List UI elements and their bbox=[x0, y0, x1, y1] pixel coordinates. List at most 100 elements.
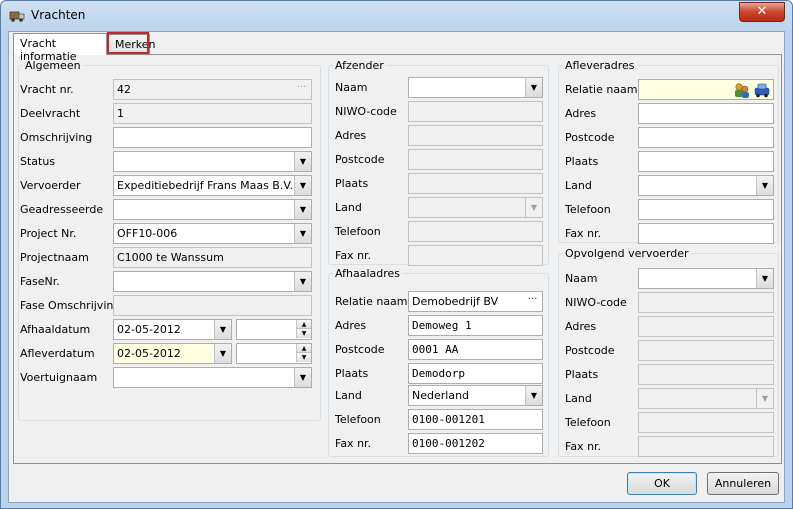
vrachten-window: Vrachten ✕ Vracht informatie Merken Alge… bbox=[0, 0, 793, 509]
afhaal-telefoon-label: Telefoon bbox=[335, 413, 381, 426]
chevron-down-icon[interactable]: ▼ bbox=[756, 389, 773, 408]
afhaal-plaats-input[interactable]: Demodorp bbox=[408, 363, 543, 384]
afzender-telefoon-label: Telefoon bbox=[335, 225, 381, 238]
afzender-land-label: Land bbox=[335, 201, 362, 214]
chevron-down-icon[interactable]: ▼ bbox=[294, 152, 311, 171]
afhaal-relatie-field[interactable]: Demobedrijf BV ··· bbox=[408, 291, 543, 312]
deelvracht-field[interactable]: 1 bbox=[113, 103, 312, 124]
chevron-down-icon[interactable]: ▼ bbox=[294, 368, 311, 387]
opvolgend-niwo-field[interactable] bbox=[638, 292, 774, 313]
afleverdatum-label: Afleverdatum bbox=[20, 347, 95, 360]
tab-merken[interactable]: Merken bbox=[108, 34, 156, 54]
opvolgend-naam-select[interactable]: ▼ bbox=[638, 268, 774, 289]
afzender-postcode-field[interactable] bbox=[408, 149, 543, 170]
chevron-down-icon[interactable]: ▼ bbox=[525, 386, 542, 405]
aflever-plaats-label: Plaats bbox=[565, 155, 599, 168]
voertuignaam-select[interactable]: ▼ bbox=[113, 367, 312, 388]
vervoerder-value: Expeditiebedrijf Frans Maas B.V. bbox=[117, 179, 293, 192]
title-bar[interactable]: Vrachten ✕ bbox=[1, 1, 792, 31]
client-area: Vracht informatie Merken Algemeen Vracht… bbox=[8, 31, 785, 503]
aflever-land-select[interactable]: ▼ bbox=[638, 175, 774, 196]
afhaal-postcode-input[interactable]: 0001 AA bbox=[408, 339, 543, 360]
chevron-down-icon[interactable]: ▼ bbox=[294, 176, 311, 195]
project-nr-select[interactable]: OFF10-006 ▼ bbox=[113, 223, 312, 244]
tab-panel-vracht-informatie: Algemeen Vracht nr. 42 ··· Deelvracht 1 … bbox=[13, 54, 782, 464]
vervoerder-label: Vervoerder bbox=[20, 179, 81, 192]
spin-up-icon[interactable]: ▲ bbox=[296, 344, 311, 353]
omschrijving-input[interactable] bbox=[113, 127, 312, 148]
afhaal-telefoon-input[interactable]: 0100-001201 bbox=[408, 409, 543, 430]
chevron-down-icon[interactable]: ▼ bbox=[294, 224, 311, 243]
aflevertijd-spinner[interactable]: ▲ ▼ bbox=[236, 343, 312, 364]
fase-omschrijving-field[interactable] bbox=[113, 295, 312, 316]
aflever-adres-input[interactable] bbox=[638, 103, 774, 124]
window-title: Vrachten bbox=[31, 8, 86, 22]
relatie-lookup-icons[interactable] bbox=[733, 81, 771, 99]
afhaaldatum-picker[interactable]: 02-05-2012 ▼ bbox=[113, 319, 232, 340]
afhaal-fax-input[interactable]: 0100-001202 bbox=[408, 433, 543, 454]
aflever-plaats-input[interactable] bbox=[638, 151, 774, 172]
opvolgend-fax-label: Fax nr. bbox=[565, 440, 602, 453]
group-afhaaladres-legend: Afhaaladres bbox=[335, 267, 401, 280]
afhaal-relatie-value: Demobedrijf BV bbox=[412, 295, 499, 308]
afzender-telefoon-field[interactable] bbox=[408, 221, 543, 242]
status-select[interactable]: ▼ bbox=[113, 151, 312, 172]
chevron-down-icon[interactable]: ▼ bbox=[214, 344, 231, 363]
afzender-adres-field[interactable] bbox=[408, 125, 543, 146]
aflever-relatie-field[interactable] bbox=[638, 79, 774, 100]
afzender-plaats-field[interactable] bbox=[408, 173, 543, 194]
afhaal-relatie-label: Relatie naam bbox=[335, 295, 408, 308]
chevron-down-icon[interactable]: ▼ bbox=[294, 272, 311, 291]
truck-icon bbox=[9, 11, 25, 22]
chevron-down-icon[interactable]: ▼ bbox=[525, 198, 542, 217]
afzender-adres-label: Adres bbox=[335, 129, 367, 142]
vracht-nr-field[interactable]: 42 ··· bbox=[113, 79, 312, 100]
chevron-down-icon[interactable]: ▼ bbox=[525, 78, 542, 97]
chevron-down-icon[interactable]: ▼ bbox=[294, 200, 311, 219]
opvolgend-postcode-label: Postcode bbox=[565, 344, 615, 357]
afzender-niwo-field[interactable] bbox=[408, 101, 543, 122]
opvolgend-telefoon-field[interactable] bbox=[638, 412, 774, 433]
afzender-fax-field[interactable] bbox=[408, 245, 543, 266]
chevron-down-icon[interactable]: ▼ bbox=[214, 320, 231, 339]
afhaal-land-select[interactable]: Nederland ▼ bbox=[408, 385, 543, 406]
afzender-land-select[interactable]: ▼ bbox=[408, 197, 543, 218]
spin-down-icon[interactable]: ▼ bbox=[296, 353, 311, 362]
opvolgend-adres-field[interactable] bbox=[638, 316, 774, 337]
opvolgend-postcode-field[interactable] bbox=[638, 340, 774, 361]
afhaal-land-label: Land bbox=[335, 389, 362, 402]
geadresseerde-select[interactable]: ▼ bbox=[113, 199, 312, 220]
afhaal-relatie-lookup-button[interactable]: ··· bbox=[524, 293, 541, 310]
opvolgend-plaats-field[interactable] bbox=[638, 364, 774, 385]
projectnaam-field[interactable]: C1000 te Wanssum bbox=[113, 247, 312, 268]
chevron-down-icon[interactable]: ▼ bbox=[756, 176, 773, 195]
close-button[interactable]: ✕ bbox=[739, 2, 785, 22]
fasenr-select[interactable]: ▼ bbox=[113, 271, 312, 292]
aflever-postcode-input[interactable] bbox=[638, 127, 774, 148]
afzender-naam-select[interactable]: ▼ bbox=[408, 77, 543, 98]
afhaal-postcode-label: Postcode bbox=[335, 343, 385, 356]
aflever-adres-label: Adres bbox=[565, 107, 597, 120]
chevron-down-icon[interactable]: ▼ bbox=[756, 269, 773, 288]
aflever-fax-input[interactable] bbox=[638, 223, 774, 244]
ok-button[interactable]: OK bbox=[627, 472, 697, 495]
afhaaltijd-spinner[interactable]: ▲ ▼ bbox=[236, 319, 312, 340]
opvolgend-fax-field[interactable] bbox=[638, 436, 774, 457]
afzender-fax-label: Fax nr. bbox=[335, 249, 372, 262]
cancel-button[interactable]: Annuleren bbox=[707, 472, 779, 495]
tab-vracht-informatie[interactable]: Vracht informatie bbox=[13, 33, 107, 63]
opvolgend-niwo-label: NIWO-code bbox=[565, 296, 627, 309]
afleverdatum-picker[interactable]: 02-05-2012 ▼ bbox=[113, 343, 232, 364]
afhaal-adres-input[interactable]: Demoweg 1 bbox=[408, 315, 543, 336]
spin-up-icon[interactable]: ▲ bbox=[296, 320, 311, 329]
opvolgend-land-select[interactable]: ▼ bbox=[638, 388, 774, 409]
vracht-nr-lookup-button[interactable]: ··· bbox=[293, 81, 310, 98]
aflever-telefoon-input[interactable] bbox=[638, 199, 774, 220]
vervoerder-select[interactable]: Expeditiebedrijf Frans Maas B.V. ▼ bbox=[113, 175, 312, 196]
fasenr-label: FaseNr. bbox=[20, 275, 60, 288]
car-icon[interactable] bbox=[754, 83, 770, 98]
person-group-icon[interactable] bbox=[735, 83, 749, 98]
spin-down-icon[interactable]: ▼ bbox=[296, 329, 311, 338]
fase-omschrijving-label: Fase Omschrijving bbox=[20, 299, 121, 312]
vracht-nr-value: 42 bbox=[117, 83, 131, 96]
